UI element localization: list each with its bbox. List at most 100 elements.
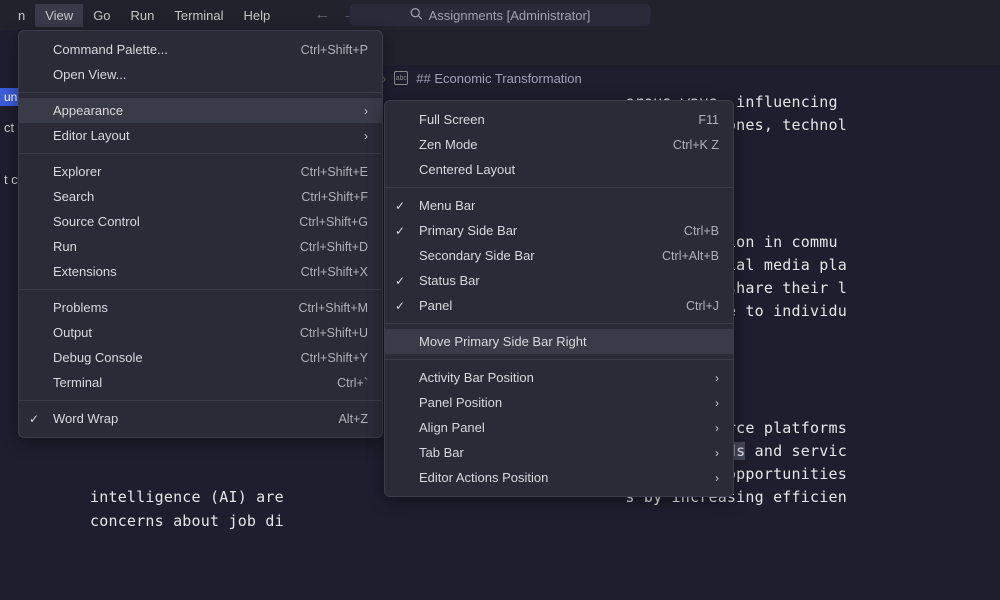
command-center-text: Assignments [Administrator] <box>429 8 591 23</box>
menu-item-debug-console[interactable]: Debug Console Ctrl+Shift+Y <box>19 345 382 370</box>
menu-item-panel-position[interactable]: Panel Position › <box>385 390 733 415</box>
shortcut-label: Ctrl+B <box>684 224 719 238</box>
check-icon: ✓ <box>395 299 405 313</box>
gutter-text: ct <box>0 118 18 137</box>
shortcut-label: F11 <box>698 113 719 127</box>
menu-item-label: Appearance <box>53 103 123 118</box>
shortcut-label: Ctrl+K Z <box>673 138 719 152</box>
menu-item-label: Search <box>53 189 94 204</box>
menu-item-label: Word Wrap <box>53 411 118 426</box>
view-menu-dropdown: Command Palette... Ctrl+Shift+P Open View.… <box>18 30 383 438</box>
menu-item-label: Terminal <box>53 375 102 390</box>
menubar: n View Go Run Terminal Help ← → Assignme… <box>0 0 1000 30</box>
menu-item-status-bar[interactable]: ✓ Status Bar <box>385 268 733 293</box>
menu-item-label: Explorer <box>53 164 101 179</box>
check-icon: ✓ <box>395 199 405 213</box>
chevron-right-icon: › <box>715 396 719 410</box>
menu-terminal[interactable]: Terminal <box>164 4 233 27</box>
menu-item-source-control[interactable]: Source Control Ctrl+Shift+G <box>19 209 382 234</box>
search-icon <box>410 7 423 23</box>
menu-item-menu-bar[interactable]: ✓ Menu Bar <box>385 193 733 218</box>
menu-item-label: Panel Position <box>419 395 502 410</box>
shortcut-label: Ctrl+J <box>686 299 719 313</box>
menu-item-explorer[interactable]: Explorer Ctrl+Shift+E <box>19 159 382 184</box>
shortcut-label: Ctrl+Shift+D <box>300 240 368 254</box>
check-icon: ✓ <box>395 224 405 238</box>
menu-item-editor-layout[interactable]: Editor Layout › <box>19 123 382 148</box>
menu-item-label: Panel <box>419 298 452 313</box>
menu-item-label: Status Bar <box>419 273 480 288</box>
shortcut-label: Ctrl+Shift+M <box>299 301 368 315</box>
menu-item-terminal[interactable]: Terminal Ctrl+` <box>19 370 382 395</box>
menu-item-primary-side-bar[interactable]: ✓ Primary Side Bar Ctrl+B <box>385 218 733 243</box>
menu-item-label: Run <box>53 239 77 254</box>
menu-item-centered-layout[interactable]: Centered Layout <box>385 157 733 182</box>
chevron-right-icon: › <box>364 129 368 143</box>
menu-item-label: Open View... <box>53 67 126 82</box>
menu-item-label: Problems <box>53 300 108 315</box>
heading-icon: abc <box>394 71 408 85</box>
nav-back-icon[interactable]: ← <box>310 6 334 24</box>
menu-item-tab-bar[interactable]: Tab Bar › <box>385 440 733 465</box>
shortcut-label: Ctrl+Alt+B <box>662 249 719 263</box>
menu-item-run[interactable]: Run Ctrl+Shift+D <box>19 234 382 259</box>
menu-item-label: Menu Bar <box>419 198 475 213</box>
chevron-right-icon: › <box>364 104 368 118</box>
menu-item-label: Editor Actions Position <box>419 470 548 485</box>
shortcut-label: Ctrl+Shift+Y <box>301 351 368 365</box>
menu-item-partial[interactable]: n <box>8 4 35 27</box>
menu-view[interactable]: View <box>35 4 83 27</box>
menu-item-label: Output <box>53 325 92 340</box>
menu-item-open-view[interactable]: Open View... <box>19 62 382 87</box>
menu-item-full-screen[interactable]: Full Screen F11 <box>385 107 733 132</box>
menu-item-label: Align Panel <box>419 420 485 435</box>
chevron-right-icon: › <box>715 371 719 385</box>
menu-item-label: Tab Bar <box>419 445 464 460</box>
menu-item-label: Extensions <box>53 264 117 279</box>
chevron-right-icon: › <box>715 471 719 485</box>
menu-item-label: Debug Console <box>53 350 143 365</box>
menu-item-secondary-side-bar[interactable]: Secondary Side Bar Ctrl+Alt+B <box>385 243 733 268</box>
menu-help[interactable]: Help <box>234 4 281 27</box>
menu-item-output[interactable]: Output Ctrl+Shift+U <box>19 320 382 345</box>
command-center[interactable]: Assignments [Administrator] <box>350 4 651 26</box>
menu-go[interactable]: Go <box>83 4 120 27</box>
chevron-right-icon: › <box>715 421 719 435</box>
menu-item-label: Source Control <box>53 214 140 229</box>
chevron-right-icon: › <box>715 446 719 460</box>
menu-item-label: Primary Side Bar <box>419 223 517 238</box>
menu-item-activity-bar-position[interactable]: Activity Bar Position › <box>385 365 733 390</box>
menu-item-word-wrap[interactable]: ✓ Word Wrap Alt+Z <box>19 406 382 431</box>
crumb-h2[interactable]: ## Economic Transformation <box>416 71 581 86</box>
shortcut-label: Alt+Z <box>338 412 368 426</box>
menu-item-label: Secondary Side Bar <box>419 248 535 263</box>
menu-item-move-primary-side-bar-right[interactable]: Move Primary Side Bar Right <box>385 329 733 354</box>
menu-item-command-palette[interactable]: Command Palette... Ctrl+Shift+P <box>19 37 382 62</box>
menu-item-panel[interactable]: ✓ Panel Ctrl+J <box>385 293 733 318</box>
menu-item-zen-mode[interactable]: Zen ModeCtrl+K Z <box>385 132 733 157</box>
menu-item-problems[interactable]: Problems Ctrl+Shift+M <box>19 295 382 320</box>
check-icon: ✓ <box>395 274 405 288</box>
appearance-submenu: Full Screen F11 Zen ModeCtrl+K Z Centered L… <box>384 100 734 497</box>
menu-item-label: Command Palette... <box>53 42 168 57</box>
shortcut-label: Ctrl+Shift+X <box>301 265 368 279</box>
shortcut-label: Ctrl+Shift+P <box>301 43 368 57</box>
menu-item-label: Move Primary Side Bar Right <box>419 334 587 349</box>
menu-item-label: Editor Layout <box>53 128 130 143</box>
menu-item-label: Full Screen <box>419 112 485 127</box>
check-icon: ✓ <box>29 412 39 426</box>
menu-item-align-panel[interactable]: Align Panel › <box>385 415 733 440</box>
editor-line: concerns about job di <box>90 510 1000 533</box>
shortcut-label: Ctrl+Shift+F <box>301 190 368 204</box>
shortcut-label: Ctrl+Shift+U <box>300 326 368 340</box>
shortcut-label: Ctrl+Shift+G <box>299 215 368 229</box>
shortcut-label: Ctrl+` <box>337 376 368 390</box>
menu-run[interactable]: Run <box>121 4 165 27</box>
menu-item-editor-actions-position[interactable]: Editor Actions Position › <box>385 465 733 490</box>
menu-item-appearance[interactable]: Appearance › <box>19 98 382 123</box>
menu-item-label: Activity Bar Position <box>419 370 534 385</box>
shortcut-label: Ctrl+Shift+E <box>301 165 368 179</box>
menu-item-search[interactable]: Search Ctrl+Shift+F <box>19 184 382 209</box>
menu-item-label: Centered Layout <box>419 162 515 177</box>
menu-item-extensions[interactable]: Extensions Ctrl+Shift+X <box>19 259 382 284</box>
